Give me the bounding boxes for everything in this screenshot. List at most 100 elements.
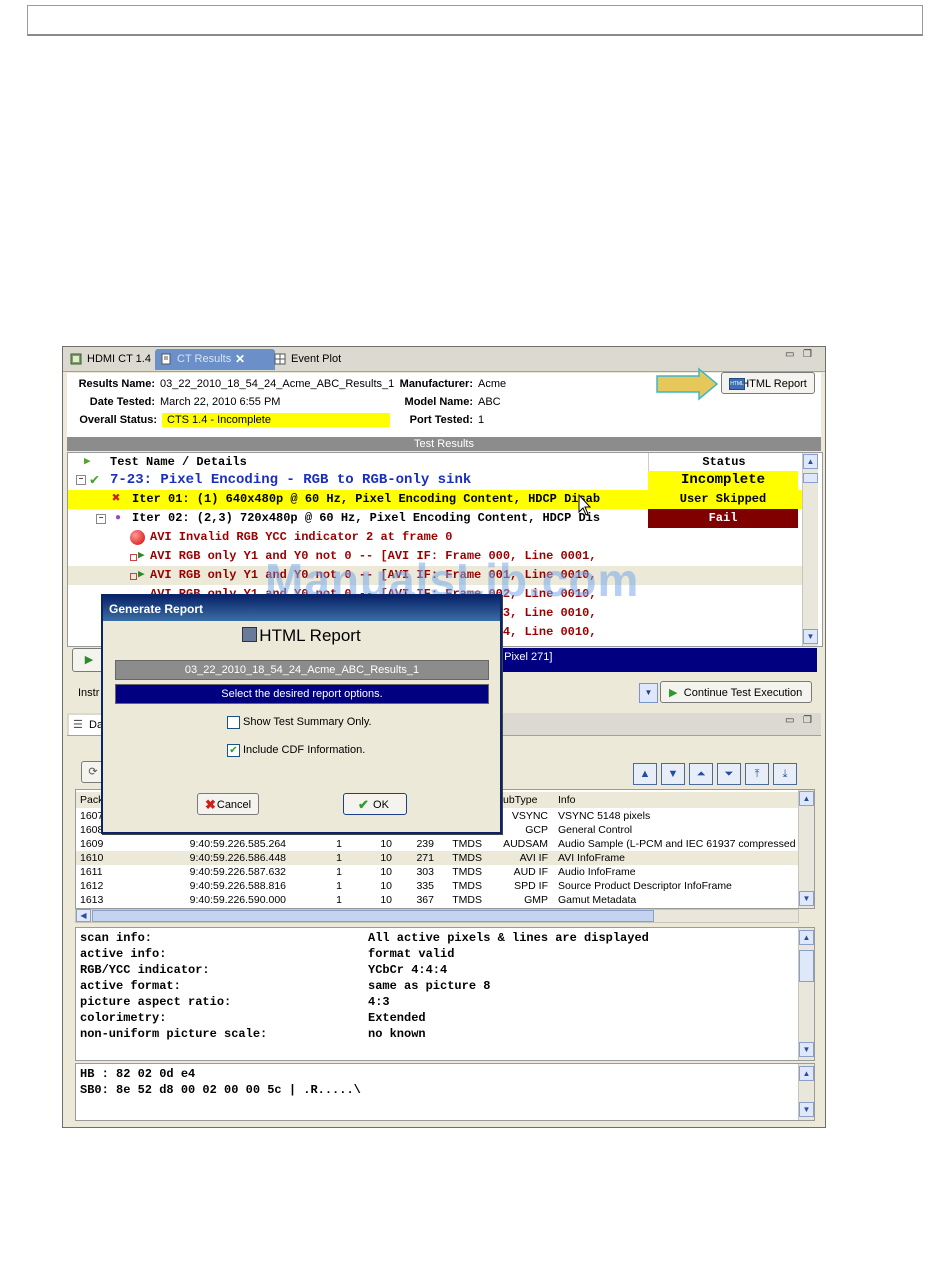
cell-subtype: AUDSAM (503, 838, 548, 850)
cell-type: TMDS (452, 838, 482, 850)
table-row[interactable]: 1611 9:40:59.226.587.632 1 10 303 TMDS AUD IF A… (76, 865, 798, 879)
test-results-title: Test Results (67, 437, 821, 451)
scroll-down-icon[interactable]: ▼ (799, 1042, 814, 1057)
test-row-7-23[interactable]: − ✔ 7-23: Pixel Encoding - RGB to RGB-on… (68, 471, 802, 490)
tree-header: ▶ Test Name / Details Status (68, 453, 802, 472)
table-row[interactable]: 1610 9:40:59.226.586.448 1 10 271 TMDS AVI IF A… (76, 851, 798, 865)
move-up-icon[interactable]: ▲ (633, 763, 657, 785)
detail-value: same as picture 8 (368, 979, 491, 993)
hex-dump: HB : 82 02 0d e4 SB0: 8e 52 d8 00 02 00 … (75, 1063, 815, 1121)
dialog-instruction: Select the desired report options. (115, 684, 489, 704)
packet-details: scan info: All active pixels & lines are … (75, 927, 815, 1061)
scroll-down-icon[interactable]: ▼ (803, 629, 818, 644)
tab-event-plot[interactable]: Event Plot (269, 349, 369, 370)
scroll-down-icon[interactable]: ▼ (799, 891, 814, 906)
collapse-icon[interactable]: − (76, 475, 86, 485)
page-down-icon[interactable]: ⏷ (717, 763, 741, 785)
detail-key: RGB/YCC indicator: (80, 963, 210, 977)
continue-test-button[interactable]: ▶ Continue Test Execution (660, 681, 812, 703)
expand-icon[interactable] (130, 554, 137, 561)
detail-value: Extended (368, 1011, 426, 1025)
scroll-thumb[interactable] (803, 473, 818, 483)
overall-status-value: CTS 1.4 - Incomplete (162, 413, 390, 427)
go-first-icon[interactable]: ⤒ (745, 763, 769, 785)
play-icon: ▶ (669, 687, 678, 699)
cell-c: 335 (416, 880, 434, 892)
col-name-header[interactable]: Test Name / Details (110, 453, 247, 471)
test-row-iter-01[interactable]: ✖ Iter 01: (1) 640x480p @ 60 Hz, Pixel E… (68, 490, 802, 509)
status-message: , Pixel 271] (498, 651, 553, 663)
scroll-up-icon[interactable]: ▲ (799, 1066, 814, 1081)
col-status-header[interactable]: Status (648, 453, 799, 472)
cell-time: 9:40:59.226.586.448 (189, 852, 286, 864)
cell-time: 9:40:59.226.587.632 (189, 866, 286, 878)
date-tested-label: Date Tested: (89, 396, 155, 408)
table-row[interactable]: 1609 9:40:59.226.585.264 1 10 239 TMDS AUDSAM A… (76, 837, 798, 851)
cell-c: 271 (416, 852, 434, 864)
cell-a: 1 (336, 852, 342, 864)
cell-c: 239 (416, 838, 434, 850)
status-badge: Incomplete (648, 471, 798, 490)
cell-a: 1 (336, 880, 342, 892)
col-info-header[interactable]: Info (558, 792, 576, 808)
cell-info: General Control (558, 824, 633, 836)
grid-chart-icon (274, 353, 286, 365)
page-up-icon[interactable]: ⏶ (689, 763, 713, 785)
manufacturer-value: Acme (478, 378, 507, 390)
detail-key: colorimetry: (80, 1011, 167, 1025)
html-report-button[interactable]: HTML HTML Report (721, 372, 815, 394)
scroll-up-icon[interactable]: ▲ (799, 791, 814, 806)
continue-test-label: Continue Test Execution (683, 687, 803, 699)
detail-key: active info: (80, 947, 167, 961)
list-icon: ☰ (73, 719, 83, 731)
packet-scrollbar[interactable]: ▲ ▼ (798, 790, 814, 908)
cell-a: 1 (336, 838, 342, 850)
close-icon[interactable]: ✕ (235, 349, 245, 370)
cancel-button[interactable]: ✖ Cancel (197, 793, 259, 815)
summary-only-checkbox[interactable] (227, 716, 240, 729)
include-cdf-checkbox[interactable]: ✔ (227, 744, 240, 757)
scroll-left-icon[interactable]: ◀ (76, 909, 91, 922)
scroll-thumb[interactable] (799, 950, 814, 982)
table-row[interactable]: 1613 9:40:59.226.590.000 1 10 367 TMDS GMP Gamu… (76, 893, 798, 907)
table-row[interactable]: 1612 9:40:59.226.588.816 1 10 335 TMDS SPD IF S… (76, 879, 798, 893)
maximize-icon[interactable]: ❐ (803, 715, 812, 726)
dialog-title: Generate Report (103, 596, 500, 621)
minimize-icon[interactable]: ▭ (785, 715, 794, 726)
cell-num: 1610 (80, 852, 104, 864)
include-cdf-label: Include CDF Information. (243, 744, 366, 756)
ok-label: OK (373, 799, 389, 811)
cell-time: 9:40:59.226.585.264 (189, 838, 286, 850)
hscroll-thumb[interactable] (92, 910, 654, 922)
scroll-up-icon[interactable]: ▲ (803, 454, 818, 469)
details-scrollbar[interactable]: ▲ ▼ (798, 928, 814, 1060)
test-row-error[interactable]: AVI Invalid RGB YCC indicator 2 at frame… (68, 528, 802, 547)
packet-hscrollbar[interactable]: ◀ (75, 909, 799, 923)
dropdown-chevron-icon[interactable]: ▼ (639, 683, 658, 703)
save-disk-icon (242, 627, 258, 642)
model-name-value: ABC (478, 396, 501, 408)
scroll-down-icon[interactable]: ▼ (799, 1102, 814, 1117)
scroll-up-icon[interactable]: ▲ (799, 930, 814, 945)
cell-num: 1609 (80, 838, 104, 850)
tab-ct-results[interactable]: CT Results ✕ (155, 349, 275, 370)
minimize-icon[interactable]: ▭ (785, 349, 794, 360)
cell-c: 367 (416, 894, 434, 906)
collapse-icon[interactable]: − (96, 514, 106, 524)
cell-num: 1612 (80, 880, 104, 892)
play-icon: ▶ (84, 456, 91, 468)
go-last-icon[interactable]: ⤓ (773, 763, 797, 785)
test-row-iter-02[interactable]: − ● Iter 02: (2,3) 720x480p @ 60 Hz, Pix… (68, 509, 802, 528)
date-tested-value: March 22, 2010 6:55 PM (160, 396, 281, 408)
tree-scrollbar[interactable]: ▲ ▼ (802, 453, 818, 646)
bullet-icon: ● (115, 513, 122, 524)
col-subtype-header[interactable]: SubType (496, 792, 537, 808)
ok-button[interactable]: ✔ OK (343, 793, 407, 815)
expand-icon[interactable] (130, 573, 137, 580)
cell-time: 9:40:59.226.590.000 (189, 894, 286, 906)
maximize-icon[interactable]: ❐ (803, 349, 812, 360)
cell-info: Audio InfoFrame (558, 866, 636, 878)
hex-scrollbar[interactable]: ▲ ▼ (798, 1064, 814, 1120)
col-packet-header[interactable]: Pack (80, 792, 103, 808)
move-down-icon[interactable]: ▼ (661, 763, 685, 785)
